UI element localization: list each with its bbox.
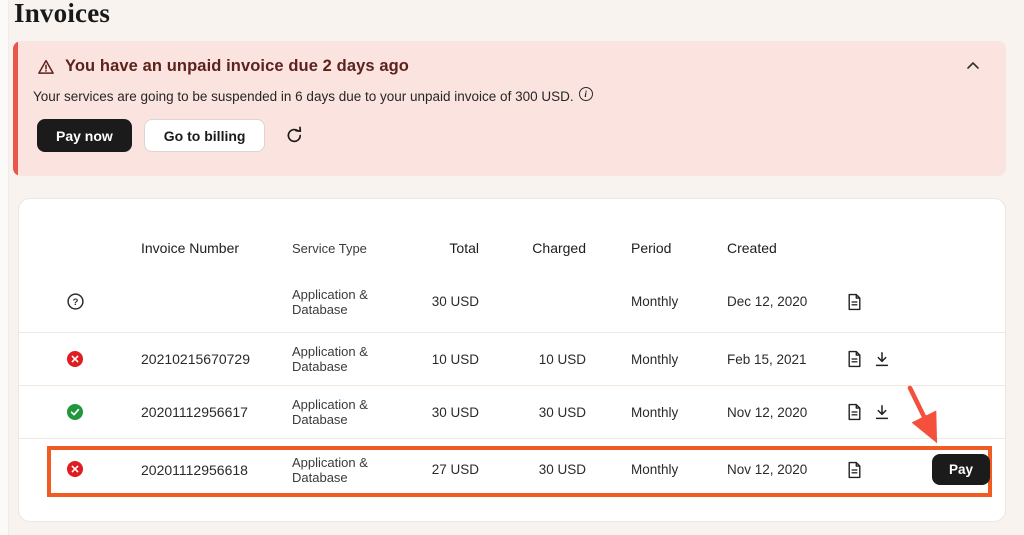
- refresh-icon[interactable]: [281, 122, 308, 149]
- table-row: ? 20201112956617 Application & Database …: [19, 385, 1005, 438]
- billing-period: Monthly: [586, 352, 682, 367]
- charged-amount: 30 USD: [479, 405, 586, 420]
- view-invoice-document-icon[interactable]: [846, 293, 863, 311]
- download-invoice-icon[interactable]: [874, 404, 890, 421]
- view-invoice-document-icon[interactable]: [846, 350, 863, 368]
- total-amount: 27 USD: [419, 462, 479, 477]
- alert-title: You have an unpaid invoice due 2 days ag…: [65, 57, 409, 76]
- header-service-type: Service Type: [259, 241, 419, 256]
- collapse-alert-chevron-up-icon[interactable]: [962, 54, 984, 77]
- created-date: Feb 15, 2021: [682, 352, 823, 367]
- service-type: Application & Database: [259, 455, 419, 485]
- service-type: Application & Database: [259, 344, 419, 374]
- total-amount: 30 USD: [419, 405, 479, 420]
- page-left-gutter: [0, 0, 9, 535]
- page-title: Invoices: [14, 0, 110, 29]
- header-total: Total: [419, 240, 479, 256]
- table-row: ? 20201112956618 Application & Database …: [19, 438, 1005, 500]
- created-date: Dec 12, 2020: [682, 294, 823, 309]
- invoice-number: 20201112956618: [99, 462, 259, 478]
- billing-period: Monthly: [586, 405, 682, 420]
- status-success-icon: [67, 404, 84, 421]
- billing-period: Monthly: [586, 294, 682, 309]
- service-type: Application & Database: [259, 397, 419, 427]
- header-charged: Charged: [479, 240, 586, 256]
- svg-text:?: ?: [72, 297, 78, 308]
- download-invoice-icon[interactable]: [874, 351, 890, 368]
- header-invoice-number: Invoice Number: [99, 240, 259, 256]
- status-error-icon: [67, 461, 84, 478]
- header-created: Created: [682, 240, 823, 256]
- alert-body-text: Your services are going to be suspended …: [33, 89, 574, 104]
- invoice-number: 20210215670729: [99, 351, 259, 367]
- go-to-billing-button[interactable]: Go to billing: [144, 119, 266, 152]
- view-invoice-document-icon[interactable]: [846, 461, 863, 479]
- view-invoice-document-icon[interactable]: [846, 403, 863, 421]
- status-error-icon: [67, 351, 84, 368]
- unpaid-invoice-alert: You have an unpaid invoice due 2 days ag…: [13, 41, 1006, 176]
- total-amount: 30 USD: [419, 294, 479, 309]
- invoices-table-card: Invoice Number Service Type Total Charge…: [18, 198, 1006, 522]
- pay-button[interactable]: Pay: [932, 454, 990, 485]
- pay-now-button[interactable]: Pay now: [37, 119, 132, 152]
- info-icon[interactable]: i: [579, 87, 593, 101]
- charged-amount: 30 USD: [479, 462, 586, 477]
- service-type: Application & Database: [259, 287, 419, 317]
- table-header-row: Invoice Number Service Type Total Charge…: [19, 199, 1005, 271]
- total-amount: 10 USD: [419, 352, 479, 367]
- table-row: ? 20210215670729 Application & Database …: [19, 332, 1005, 385]
- warning-triangle-icon: [37, 58, 55, 76]
- header-period: Period: [586, 240, 682, 256]
- billing-period: Monthly: [586, 462, 682, 477]
- charged-amount: 10 USD: [479, 352, 586, 367]
- created-date: Nov 12, 2020: [682, 405, 823, 420]
- table-row: ? Application & Database 30 USD Monthly …: [19, 271, 1005, 332]
- created-date: Nov 12, 2020: [682, 462, 823, 477]
- invoice-number: 20201112956617: [99, 404, 259, 420]
- status-unknown-icon: ?: [67, 293, 84, 310]
